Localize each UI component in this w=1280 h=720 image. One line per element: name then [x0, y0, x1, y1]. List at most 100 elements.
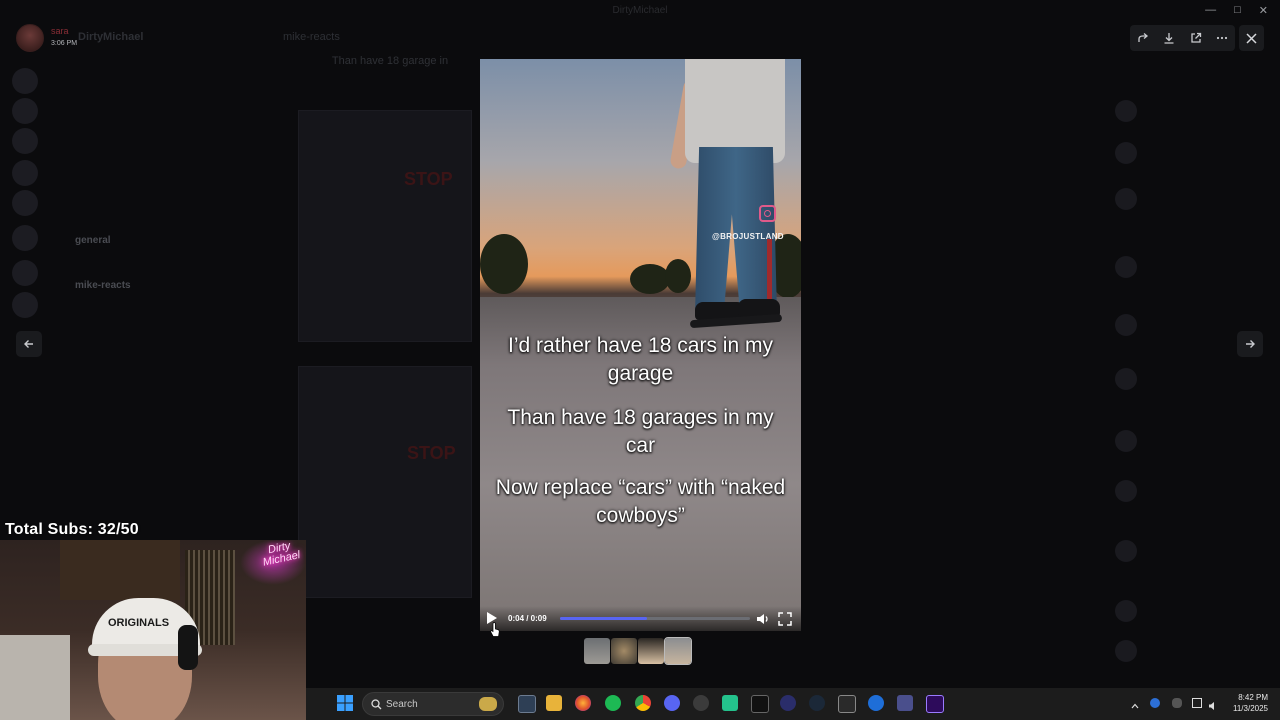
search-highlight-icon: [479, 697, 497, 711]
channel-item-mike-reacts[interactable]: mike-reacts: [75, 280, 131, 292]
speaker-icon[interactable]: [1208, 698, 1218, 710]
server-icon[interactable]: [12, 292, 38, 318]
server-icon[interactable]: [12, 225, 38, 251]
server-rail: [0, 60, 52, 460]
channel-item-general[interactable]: general: [75, 235, 111, 247]
microphone-icon[interactable]: [1172, 698, 1182, 708]
member-list: [1110, 60, 1280, 680]
download-icon[interactable]: [1162, 31, 1176, 45]
minimize-icon[interactable]: —: [1205, 4, 1216, 17]
close-icon: [1246, 32, 1257, 44]
message-image[interactable]: STOP: [298, 366, 472, 598]
instagram-icon: [759, 205, 776, 222]
window-controls: — □ ✕: [1205, 4, 1268, 17]
video-time: 0:04 / 0:09: [508, 614, 547, 623]
webcam-overlay: Dirty Michael ORIGINALS: [0, 540, 306, 720]
previous-media-button[interactable]: [16, 331, 42, 357]
forward-icon[interactable]: [1136, 31, 1150, 45]
member-avatar[interactable]: [1115, 600, 1137, 622]
steam-icon[interactable]: [809, 695, 825, 711]
video-progress-fill: [560, 617, 648, 620]
mouse-cursor-icon: [490, 622, 500, 638]
channel-name: mike-reacts: [283, 31, 340, 43]
taskbar-search[interactable]: [362, 692, 504, 716]
member-avatar[interactable]: [1115, 314, 1137, 336]
app-icon[interactable]: [868, 695, 884, 711]
media-thumbnail-selected[interactable]: [664, 637, 692, 665]
member-avatar[interactable]: [1115, 480, 1137, 502]
task-view-icon[interactable]: [518, 695, 536, 713]
chevron-up-icon[interactable]: [1130, 698, 1140, 709]
video-caption-3: Now replace “cars” with “naked cowboys”: [495, 476, 786, 527]
close-icon[interactable]: ✕: [1259, 4, 1268, 17]
server-icon[interactable]: [12, 160, 38, 186]
arrow-left-icon: [24, 340, 33, 348]
media-thumbnail[interactable]: [611, 638, 637, 664]
media-thumbnail[interactable]: [584, 638, 610, 664]
app-icon[interactable]: [780, 695, 796, 711]
app-icon[interactable]: [897, 695, 913, 711]
more-icon[interactable]: [1215, 31, 1229, 45]
windows-start-button[interactable]: [336, 694, 354, 712]
chrome-icon[interactable]: [635, 695, 651, 711]
premiere-pro-icon[interactable]: [926, 695, 944, 713]
viewer-toolbar: [1130, 25, 1235, 51]
member-avatar[interactable]: [1115, 142, 1137, 164]
epic-games-icon[interactable]: [838, 695, 856, 713]
member-avatar[interactable]: [1115, 256, 1137, 278]
headset: [178, 625, 198, 670]
member-avatar[interactable]: [1115, 640, 1137, 662]
windows-logo-icon: [337, 695, 353, 711]
video-player[interactable]: @BROJUSTLAND I’d rather have 18 cars in …: [480, 59, 801, 631]
server-icon[interactable]: [12, 260, 38, 286]
app-icon[interactable]: [722, 695, 738, 711]
open-external-icon[interactable]: [1189, 31, 1203, 45]
maximize-icon[interactable]: □: [1234, 4, 1241, 17]
volume-button[interactable]: [756, 612, 770, 626]
clock-date: 11/3/2025: [1233, 704, 1268, 713]
server-name: DirtyMichael: [78, 31, 144, 43]
member-avatar[interactable]: [1115, 430, 1137, 452]
video-caption-2: Than have 18 garages in my car: [507, 406, 774, 457]
spotify-icon[interactable]: [605, 695, 621, 711]
next-media-button[interactable]: [1237, 331, 1263, 357]
message-preview: Than have 18 garage in: [295, 55, 485, 67]
file-explorer-icon[interactable]: [546, 695, 562, 711]
search-placeholder: Search: [386, 699, 418, 710]
server-icon[interactable]: [12, 68, 38, 94]
discord-icon[interactable]: [664, 695, 680, 711]
taskbar-clock[interactable]: 8:42 PM 11/3/2025: [1224, 692, 1268, 714]
close-viewer-button[interactable]: [1239, 25, 1264, 51]
app-icon[interactable]: [751, 695, 769, 713]
volume-icon: [757, 614, 768, 624]
poster-time: 3:06 PM: [51, 40, 78, 47]
tray-app-icon[interactable]: [1150, 698, 1160, 708]
stream-subs-counter: Total Subs: 32/50: [5, 521, 139, 538]
avatar[interactable]: [16, 24, 44, 52]
video-watermark: @BROJUSTLAND: [712, 232, 784, 241]
obs-icon[interactable]: [693, 695, 709, 711]
member-avatar[interactable]: [1115, 188, 1137, 210]
server-icon[interactable]: [12, 128, 38, 154]
message-image[interactable]: STOP: [298, 110, 472, 342]
server-icon[interactable]: [12, 190, 38, 216]
arrow-right-icon: [1246, 340, 1255, 348]
channel-list: general mike-reacts: [55, 60, 245, 520]
window-title: DirtyMichael: [612, 5, 668, 16]
message-text: Than have 18 garage in: [331, 55, 449, 67]
poster-name[interactable]: sara: [51, 26, 69, 36]
fullscreen-icon: [778, 612, 792, 626]
member-avatar[interactable]: [1115, 100, 1137, 122]
fullscreen-button[interactable]: [778, 612, 792, 626]
member-avatar[interactable]: [1115, 540, 1137, 562]
member-avatar[interactable]: [1115, 368, 1137, 390]
clock-time: 8:42 PM: [1238, 693, 1268, 702]
video-caption-1: I’d rather have 18 cars in my garage: [508, 334, 773, 385]
media-thumbnail-strip: [584, 637, 692, 665]
cap-text: ORIGINALS: [108, 617, 170, 629]
firefox-icon[interactable]: [575, 695, 591, 711]
media-thumbnail[interactable]: [638, 638, 664, 664]
server-icon[interactable]: [12, 98, 38, 124]
video-progress-bar[interactable]: [560, 617, 750, 620]
display-icon[interactable]: [1192, 698, 1202, 708]
